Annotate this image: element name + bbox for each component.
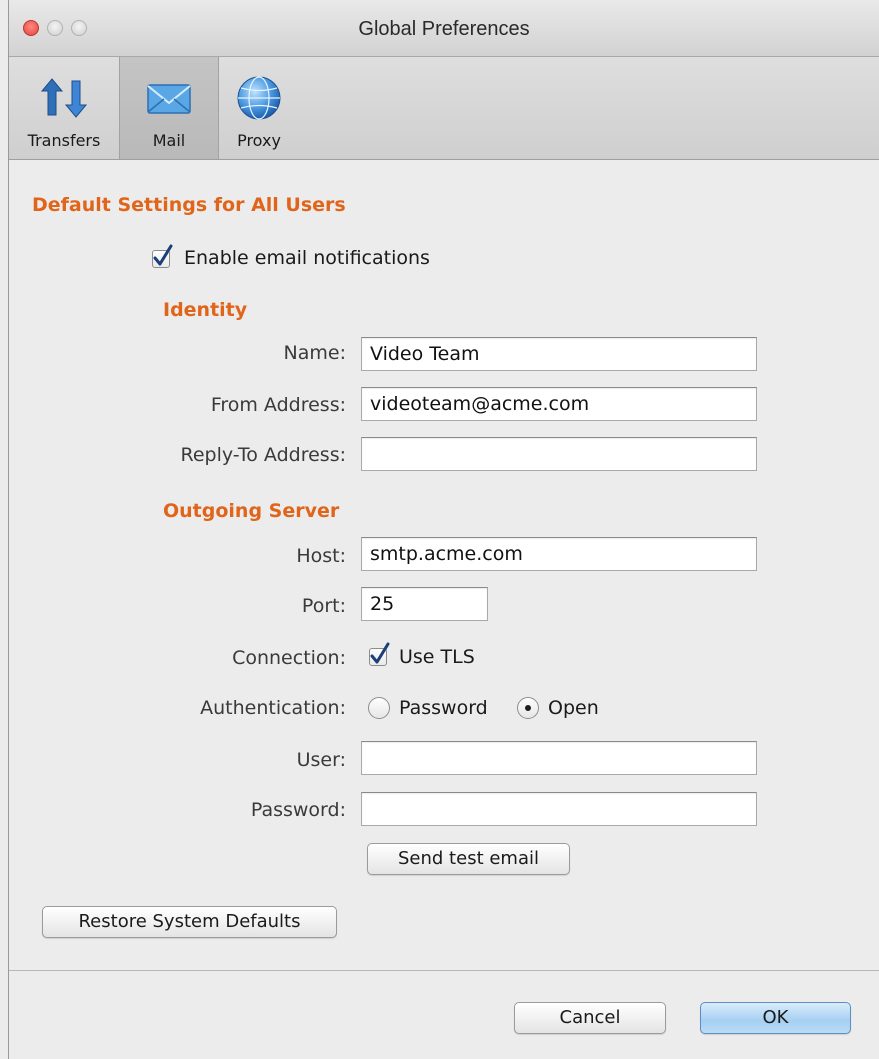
enable-notifications-checkbox[interactable] (152, 244, 173, 268)
enable-notifications-label: Enable email notifications (184, 247, 430, 269)
auth-open-radio[interactable] (517, 697, 539, 719)
window-title: Global Preferences (358, 18, 530, 40)
tab-transfers-label: Transfers (27, 131, 101, 150)
host-label: Host: (296, 545, 346, 567)
cancel-button[interactable]: Cancel (514, 1002, 666, 1034)
name-label: Name: (283, 342, 346, 364)
use-tls-label: Use TLS (399, 646, 475, 668)
user-field[interactable] (361, 741, 757, 775)
tab-transfers[interactable]: Transfers (9, 57, 119, 159)
from-address-field[interactable]: videoteam@acme.com (361, 387, 757, 421)
identity-section-title: Identity (163, 299, 248, 321)
authentication-label: Authentication: (200, 697, 346, 719)
checkmark-icon (370, 642, 390, 664)
restore-system-defaults-button[interactable]: Restore System Defaults (42, 906, 337, 938)
globe-icon (237, 76, 281, 120)
section-default-settings-title: Default Settings for All Users (32, 194, 346, 216)
name-field[interactable]: Video Team (361, 337, 757, 371)
tab-mail[interactable]: Mail (119, 57, 219, 159)
auth-open-label: Open (548, 697, 599, 719)
ok-button[interactable]: OK (700, 1002, 851, 1034)
outgoing-server-section-title: Outgoing Server (163, 500, 340, 522)
preferences-toolbar: Transfers Mail Proxy (9, 57, 879, 160)
use-tls-checkbox[interactable] (369, 642, 390, 666)
reply-to-address-field[interactable] (361, 437, 757, 471)
host-field[interactable]: smtp.acme.com (361, 537, 757, 571)
tab-proxy[interactable]: Proxy (219, 57, 299, 159)
transfers-icon (40, 78, 88, 118)
port-label: Port: (301, 595, 346, 617)
password-field[interactable] (361, 792, 757, 826)
tab-mail-label: Mail (152, 131, 186, 150)
reply-to-address-label: Reply-To Address: (180, 444, 346, 466)
radio-selected-dot (525, 705, 531, 711)
password-label: Password: (250, 799, 346, 821)
port-field[interactable]: 25 (361, 587, 488, 621)
footer-divider (9, 970, 879, 971)
user-label: User: (296, 749, 346, 771)
preferences-window: Global Preferences Transfers Mail Proxy … (8, 0, 879, 1059)
connection-label: Connection: (232, 647, 346, 669)
title-bar: Global Preferences (9, 0, 879, 57)
send-test-email-button[interactable]: Send test email (367, 843, 570, 875)
auth-password-label: Password (399, 697, 488, 719)
from-address-label: From Address: (210, 394, 346, 416)
mail-icon (147, 84, 191, 114)
tab-proxy-label: Proxy (237, 131, 281, 150)
checkmark-icon (153, 244, 173, 266)
auth-password-radio[interactable] (368, 697, 390, 719)
